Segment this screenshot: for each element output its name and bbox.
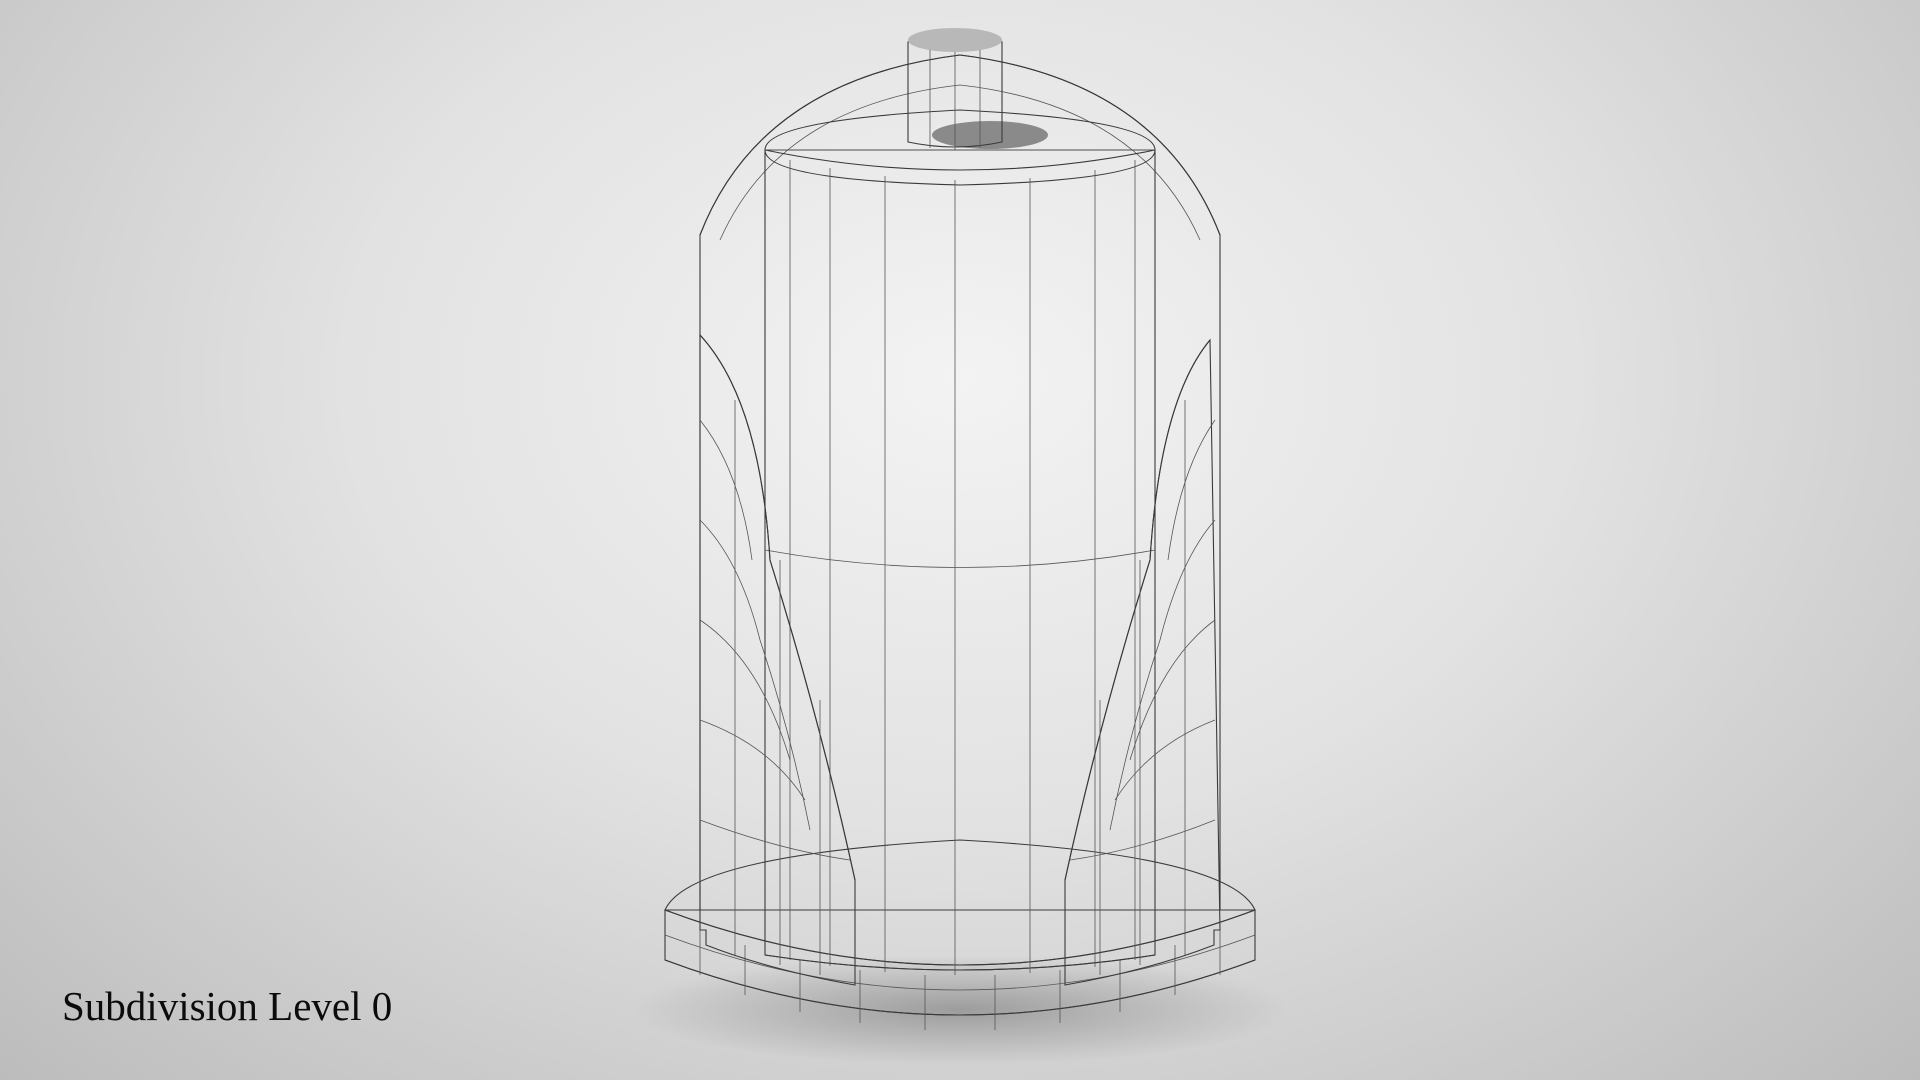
- shell-left-wing: [699, 333, 856, 986]
- viewport-render: [630, 28, 1290, 1065]
- shell-right-wing: [1064, 338, 1221, 986]
- shell-back: [699, 54, 1221, 911]
- ground-shadow: [630, 955, 1290, 1065]
- subdivision-level-caption: Subdivision Level 0: [62, 983, 393, 1029]
- paper-roll: [764, 109, 1156, 975]
